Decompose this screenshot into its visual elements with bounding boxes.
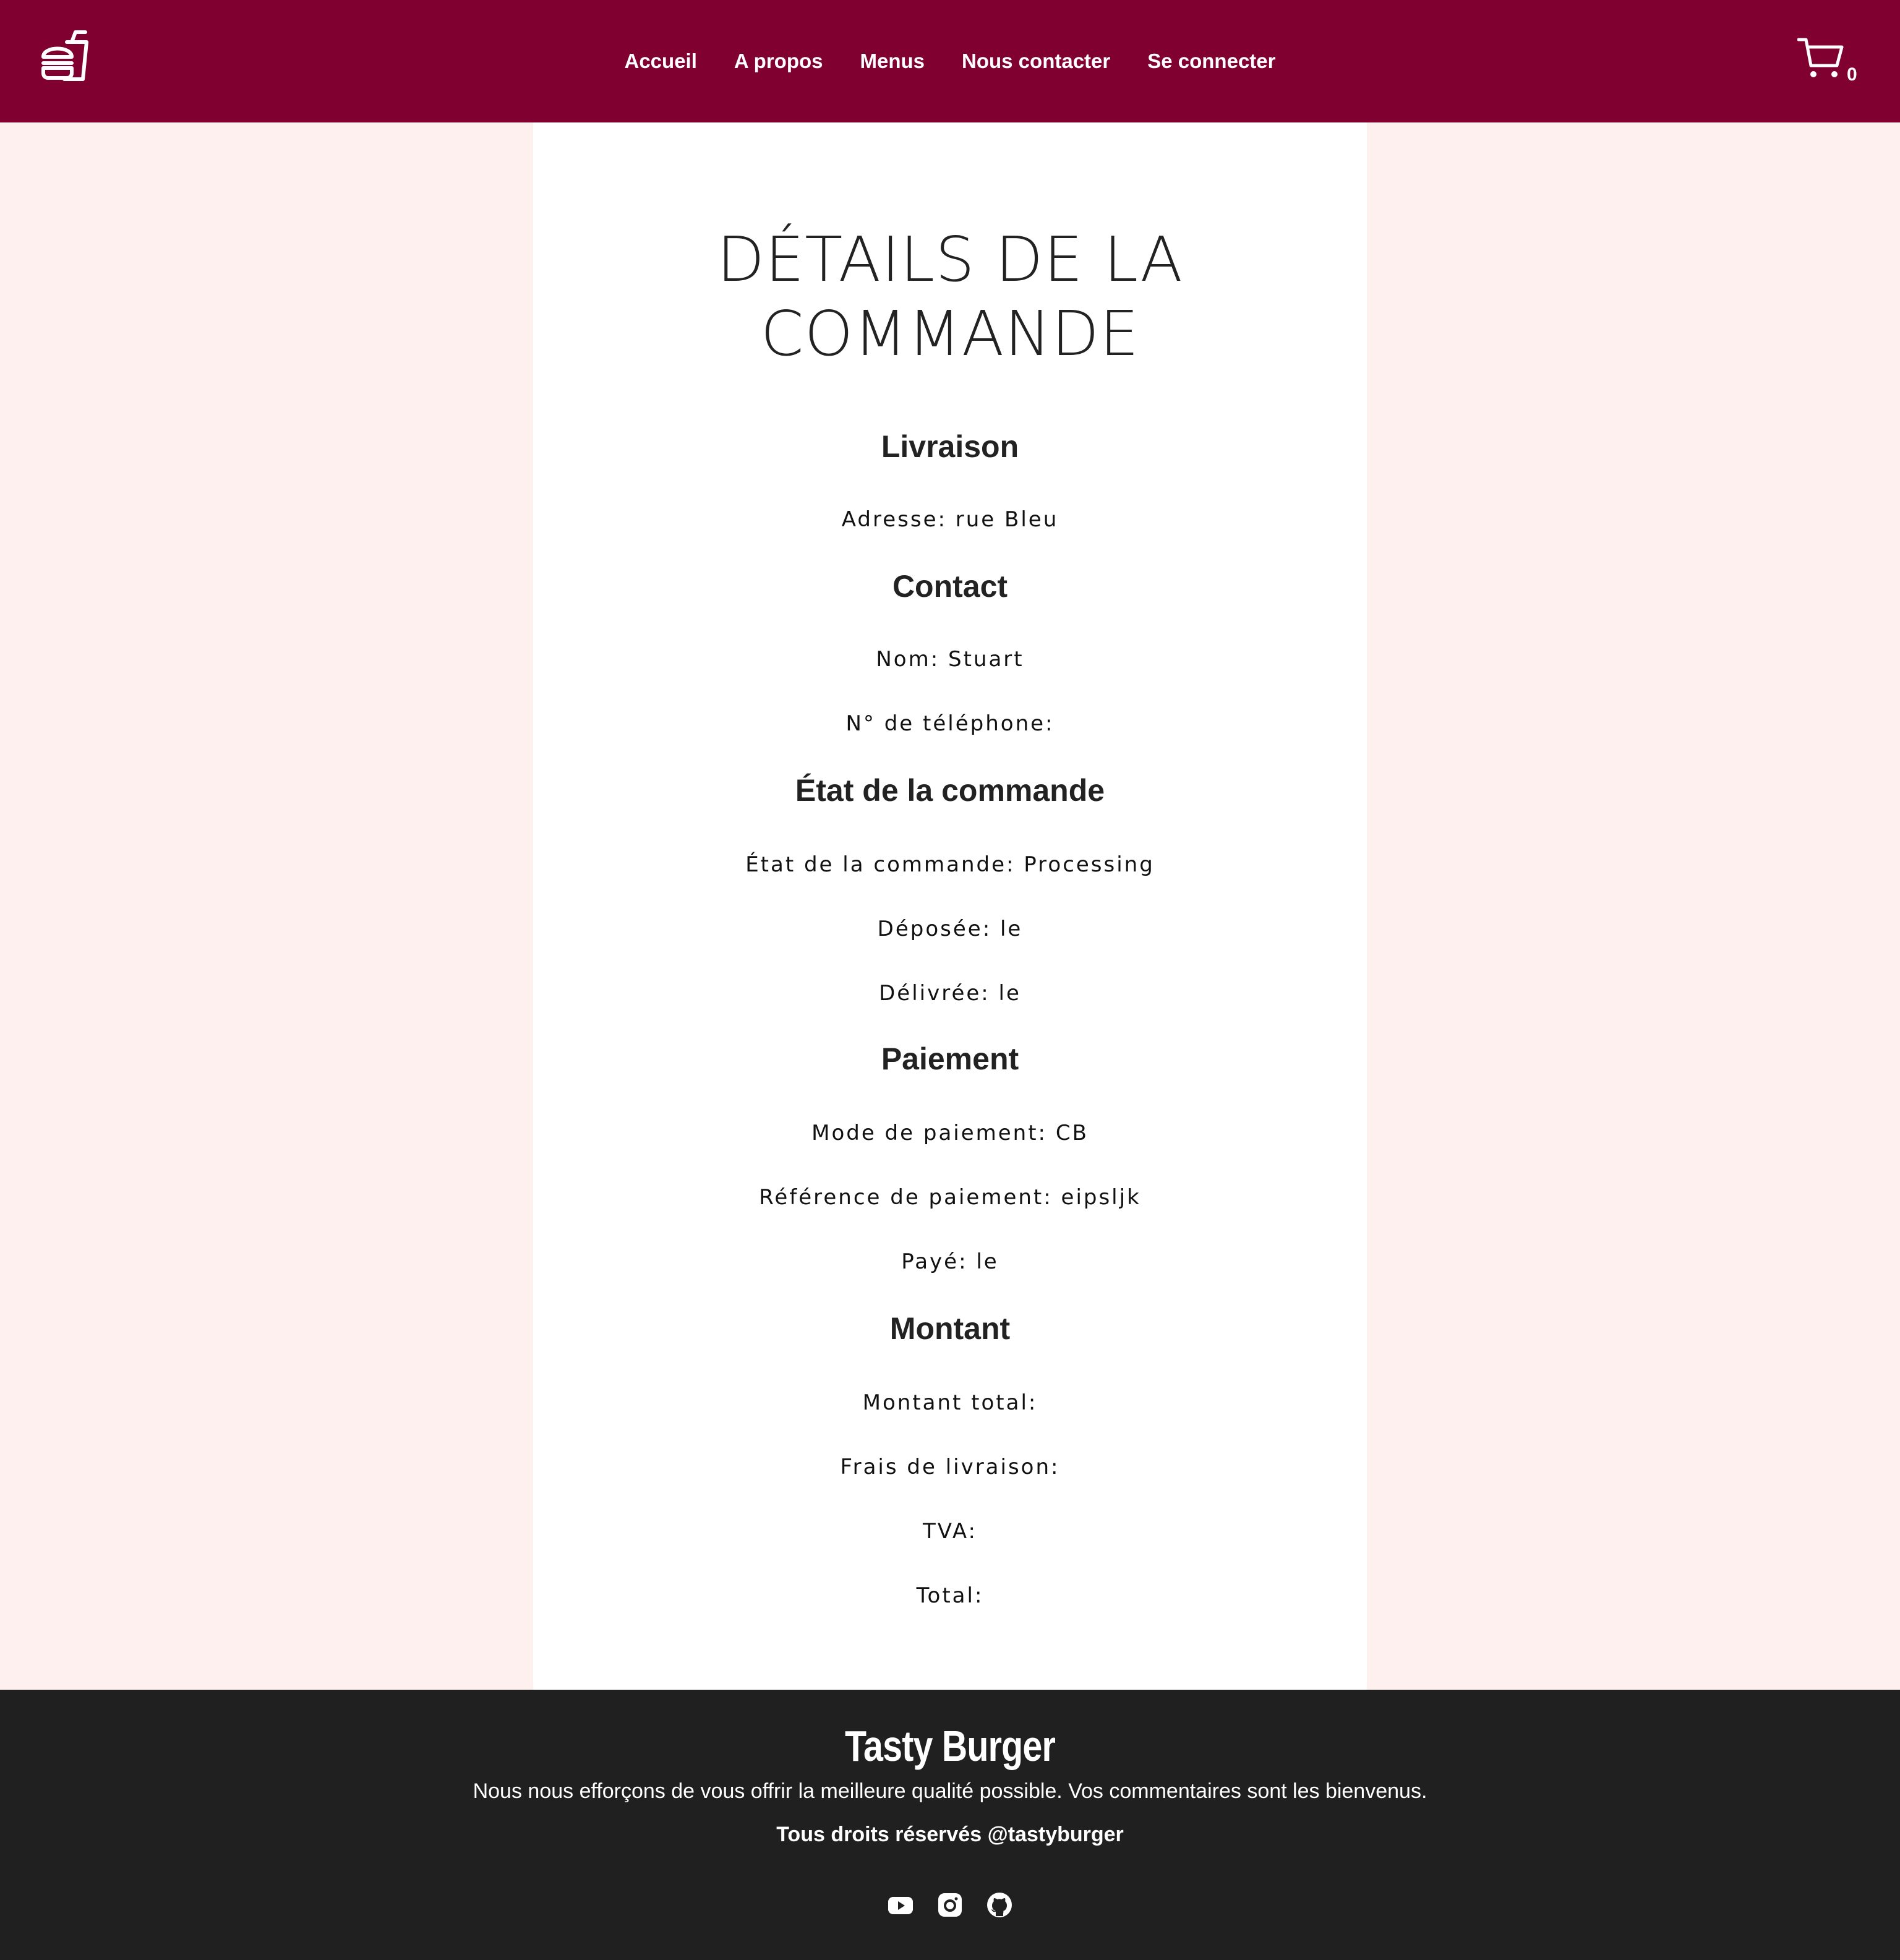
github-icon[interactable] [986, 1891, 1013, 1919]
contact-name: Nom: Stuart [876, 647, 1024, 672]
instagram-icon[interactable] [936, 1891, 964, 1919]
order-placed-date: Déposée: le [877, 917, 1023, 941]
social-links [0, 1891, 1900, 1919]
top-navbar: Accueil A propos Menus Nous contacter Se… [0, 0, 1900, 122]
page-title: DÉTAILS DE LA COMMANDE [0, 223, 1900, 371]
payment-reference: Référence de paiement: eipsljk [759, 1185, 1141, 1210]
section-heading-livraison: Livraison [881, 429, 1019, 464]
nav-link-accueil[interactable]: Accueil [625, 49, 697, 73]
delivery-address: Adresse: rue Bleu [841, 507, 1059, 532]
contact-phone: N° de téléphone: [845, 711, 1055, 736]
nav-link-menus[interactable]: Menus [860, 49, 925, 73]
nav-link-se-connecter[interactable]: Se connecter [1147, 49, 1275, 73]
footer-brand: Tasty Burger [845, 1722, 1056, 1770]
youtube-icon[interactable] [887, 1891, 914, 1919]
payment-method: Mode de paiement: CB [811, 1121, 1089, 1145]
payment-date: Payé: le [901, 1249, 999, 1274]
section-heading-paiement: Paiement [881, 1042, 1019, 1076]
footer-tagline: Nous nous efforçons de vous offrir la me… [473, 1779, 1427, 1803]
cart-count-badge: 0 [1847, 64, 1857, 85]
page-title-line-1: DÉTAILS DE LA [717, 223, 1183, 296]
nav-link-a-propos[interactable]: A propos [734, 49, 823, 73]
amount-shipping: Frais de livraison: [840, 1455, 1060, 1479]
amount-total: Total: [916, 1583, 984, 1608]
nav-link-nous-contacter[interactable]: Nous contacter [962, 49, 1110, 73]
section-heading-montant: Montant [889, 1311, 1011, 1346]
main-nav: Accueil A propos Menus Nous contacter Se… [0, 0, 1900, 122]
order-delivered-date: Délivrée: le [879, 981, 1021, 1006]
page-title-line-2: COMMANDE [760, 297, 1140, 370]
section-heading-contact: Contact [892, 569, 1008, 604]
section-heading-status: État de la commande [795, 773, 1105, 808]
footer-copyright: Tous droits réservés @tastyburger [776, 1823, 1124, 1846]
order-status: État de la commande: Processing [745, 852, 1155, 877]
shopping-cart-icon[interactable] [1797, 36, 1844, 83]
amount-subtotal: Montant total: [862, 1390, 1038, 1415]
amount-tax: TVA: [923, 1519, 977, 1544]
